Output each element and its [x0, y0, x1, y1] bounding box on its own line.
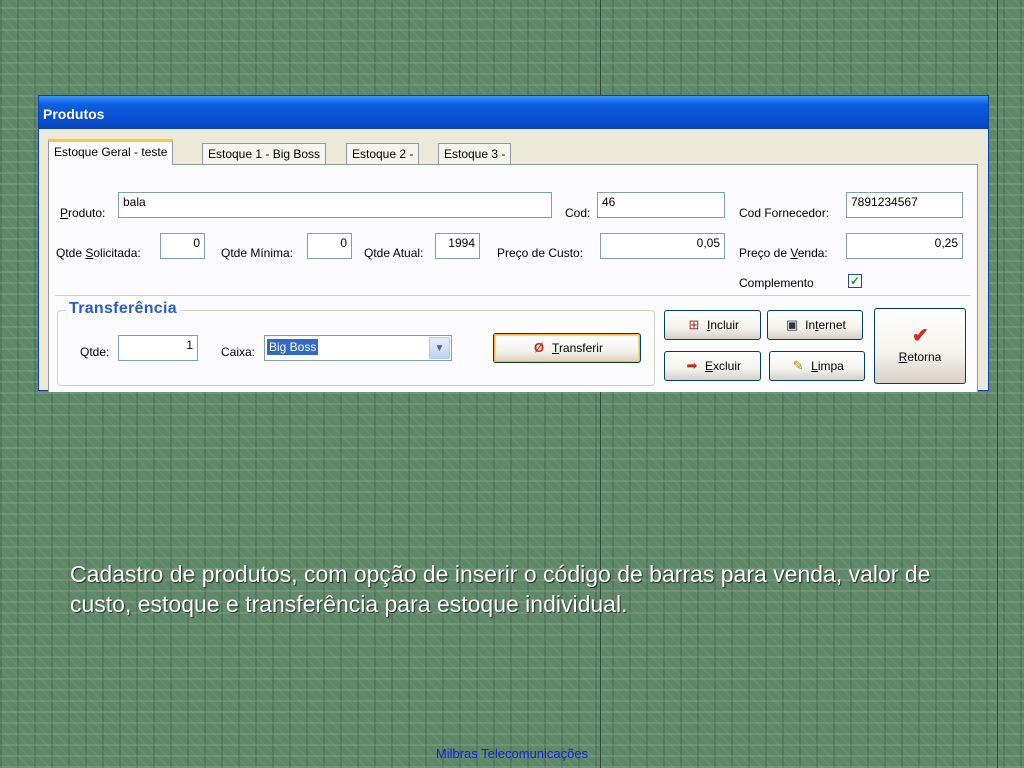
- preco-custo-label: Preço de Custo:: [497, 246, 584, 260]
- transferir-label: Transferir: [552, 341, 603, 355]
- qtde-minima-label: Qtde Mínima:: [221, 246, 294, 260]
- transfer-icon: Ø: [533, 340, 545, 355]
- preco-custo-input[interactable]: 0,05: [600, 233, 725, 259]
- delete-record-icon: ➡: [686, 358, 698, 373]
- incluir-button[interactable]: ⊞ Incluir: [664, 310, 761, 340]
- incluir-label: Incluir: [706, 318, 740, 332]
- cod-fornecedor-label: Cod Fornecedor:: [739, 206, 830, 220]
- produto-input[interactable]: bala: [118, 192, 552, 218]
- qtde-atual-input[interactable]: 1994: [435, 233, 480, 259]
- transferencia-title: Transferência: [66, 300, 180, 318]
- limpa-label: Limpa: [811, 359, 844, 373]
- qtde-solicitada-label: Qtde Solicitada:: [56, 246, 141, 260]
- cod-fornecedor-input[interactable]: 7891234567: [846, 192, 963, 218]
- caixa-label: Caixa:: [221, 345, 256, 359]
- tab-estoque-geral[interactable]: Estoque Geral - teste: [48, 139, 174, 165]
- preco-venda-input[interactable]: 0,25: [846, 233, 963, 259]
- broom-icon: ✎: [792, 358, 804, 373]
- slide-footer: Milbras Telecomunicações: [435, 746, 589, 761]
- transferencia-group: Transferência Qtde: 1 Caixa: Big Boss ▼ …: [57, 300, 655, 386]
- form-divider: [55, 295, 971, 296]
- internet-label: Internet: [805, 318, 846, 332]
- qtde-minima-input[interactable]: 0: [307, 233, 352, 259]
- window-title: Produtos: [39, 96, 988, 129]
- tab-panel: Produto: bala Cod: 46 Cod Fornecedor: 78…: [48, 164, 978, 392]
- complemento-checkbox[interactable]: ✓: [848, 274, 862, 288]
- qtde-solicitada-input[interactable]: 0: [160, 233, 205, 259]
- complemento-label: Complemento: [739, 276, 814, 290]
- preco-venda-label: Preço de Venda:: [739, 246, 828, 260]
- retorna-button[interactable]: ✔ Retorna: [874, 308, 966, 384]
- qtde-atual-label: Qtde Atual:: [364, 246, 424, 260]
- cod-label: Cod:: [565, 206, 591, 220]
- computer-icon: ▣: [785, 317, 799, 332]
- slide-caption: Cadastro de produtos, com opção de inser…: [70, 561, 931, 617]
- background-divider-line: [997, 0, 998, 768]
- retorna-label: Retorna: [898, 350, 942, 364]
- chevron-down-icon[interactable]: ▼: [429, 337, 450, 359]
- transfer-qtde-input[interactable]: 1: [118, 335, 198, 361]
- excluir-button[interactable]: ➡ Excluir: [664, 351, 761, 381]
- tab-estoque-1[interactable]: Estoque 1 - Big Boss: [202, 143, 327, 165]
- internet-button[interactable]: ▣ Internet: [767, 310, 863, 340]
- excluir-label: Excluir: [704, 359, 742, 373]
- tab-estoque-3[interactable]: Estoque 3 -: [438, 143, 512, 165]
- caixa-select[interactable]: Big Boss ▼: [264, 335, 452, 361]
- add-record-icon: ⊞: [688, 317, 700, 332]
- caixa-selected-value: Big Boss: [267, 339, 319, 355]
- transfer-qtde-label: Qtde:: [80, 345, 110, 359]
- transferir-button[interactable]: Ø Transferir: [493, 333, 641, 363]
- limpa-button[interactable]: ✎ Limpa: [769, 351, 865, 381]
- produto-label: Produto:: [60, 206, 106, 220]
- cod-input[interactable]: 46: [597, 192, 725, 218]
- tab-estoque-2[interactable]: Estoque 2 -: [346, 143, 420, 165]
- produtos-window: Produtos Estoque Geral - teste Estoque 1…: [38, 95, 989, 392]
- checkmark-icon: ✔: [912, 325, 929, 347]
